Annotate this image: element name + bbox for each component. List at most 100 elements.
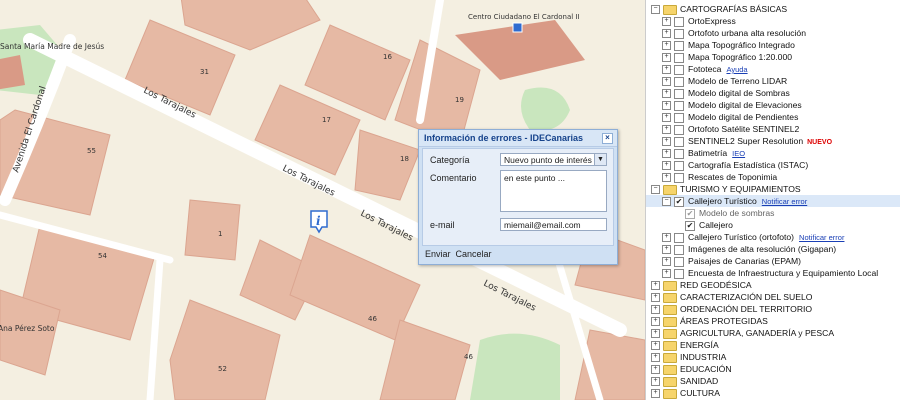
layer-checkbox[interactable] — [674, 89, 684, 99]
expand-icon[interactable]: + — [651, 305, 660, 314]
collapse-icon[interactable]: − — [651, 185, 660, 194]
folder-icon — [663, 317, 677, 327]
error-report-dialog[interactable]: Información de errores - IDECanarias × C… — [418, 129, 618, 265]
comment-label: Comentario — [430, 173, 477, 183]
expand-icon[interactable]: + — [662, 125, 671, 134]
email-field[interactable]: miemail@email.com — [500, 218, 607, 231]
tree-label-group: OrtoExpress — [688, 15, 736, 27]
tree-label: Fototeca — [688, 64, 722, 74]
tree-label: Ortofoto Satélite SENTINEL2 — [688, 124, 800, 134]
layer-checkbox[interactable]: ✔ — [674, 197, 684, 207]
tree-label-group: Encuesta de Infraestructura y Equipamien… — [688, 267, 878, 279]
category-value: Nuevo punto de interés — [504, 155, 592, 165]
collapse-icon[interactable]: − — [662, 197, 671, 206]
dialog-title: Información de errores - IDECanarias — [424, 133, 584, 143]
tree-label: Modelo de sombras — [699, 208, 775, 218]
tree-label: CARACTERIZACIÓN DEL SUELO — [680, 292, 813, 302]
layer-checkbox[interactable] — [674, 113, 684, 123]
layer-checkbox[interactable] — [674, 173, 684, 183]
layer-checkbox[interactable]: ✔ — [685, 221, 695, 231]
layer-checkbox[interactable] — [674, 233, 684, 243]
expand-icon[interactable]: + — [651, 341, 660, 350]
tree-link[interactable]: Notificar error — [799, 233, 844, 242]
category-select[interactable]: Nuevo punto de interés ▼ — [500, 153, 607, 166]
expand-icon[interactable]: + — [662, 113, 671, 122]
tree-label-group: Callejero — [699, 219, 733, 231]
expand-icon[interactable]: + — [662, 161, 671, 170]
tree-label: SENTINEL2 Super Resolution — [688, 136, 804, 146]
tree-label-group: Modelo digital de Pendientes — [688, 111, 798, 123]
cancel-button[interactable]: Cancelar — [456, 249, 492, 259]
expand-icon[interactable]: + — [651, 377, 660, 386]
tree-label: OrtoExpress — [688, 16, 736, 26]
email-value: miemail@email.com — [504, 220, 581, 230]
building — [354, 129, 421, 201]
tree-label: Mapa Topográfico Integrado — [688, 40, 795, 50]
poi-icon[interactable] — [512, 22, 523, 33]
layer-checkbox[interactable] — [674, 269, 684, 279]
collapse-icon[interactable]: − — [651, 5, 660, 14]
tree-label-group: Modelo digital de Elevaciones — [688, 99, 802, 111]
expand-icon[interactable]: + — [651, 353, 660, 362]
tree-label: RED GEODÉSICA — [680, 280, 752, 290]
expand-icon[interactable]: + — [651, 317, 660, 326]
tree-layer[interactable]: − ✔ Callejero Turístico Notificar error — [646, 195, 900, 207]
expand-icon[interactable]: + — [651, 365, 660, 374]
expand-icon[interactable]: + — [662, 257, 671, 266]
tree-label: Ortofoto urbana alta resolución — [688, 28, 806, 38]
folder-icon — [663, 389, 677, 399]
tree-link[interactable]: Notificar error — [762, 197, 807, 206]
expand-icon[interactable]: + — [662, 65, 671, 74]
comment-textarea[interactable]: en este punto ... — [500, 170, 607, 212]
layer-checkbox[interactable] — [674, 17, 684, 27]
map-view[interactable]: Los Tarajales Los Tarajales Los Tarajale… — [0, 0, 645, 400]
close-icon[interactable]: × — [602, 133, 613, 144]
tree-link[interactable]: Ayuda — [726, 65, 747, 74]
layer-checkbox[interactable] — [674, 245, 684, 255]
expand-icon[interactable]: + — [662, 89, 671, 98]
tree-label-group: Imágenes de alta resolución (Gigapan) — [688, 243, 836, 255]
layer-checkbox[interactable] — [674, 53, 684, 63]
expand-icon[interactable]: + — [651, 389, 660, 398]
tree-label-group: CARACTERIZACIÓN DEL SUELO — [680, 291, 812, 303]
layer-checkbox[interactable] — [674, 101, 684, 111]
layer-checkbox[interactable] — [674, 257, 684, 267]
folder-icon — [663, 377, 677, 387]
tree-label: ÁREAS PROTEGIDAS — [680, 316, 768, 326]
tree-label: CARTOGRAFÍAS BÁSICAS — [680, 4, 788, 14]
layer-checkbox[interactable] — [674, 137, 684, 147]
expand-icon[interactable]: + — [662, 149, 671, 158]
layer-checkbox[interactable]: ✔ — [685, 209, 695, 219]
expand-icon[interactable]: + — [662, 233, 671, 242]
expand-icon[interactable]: + — [662, 53, 671, 62]
folder-icon — [663, 365, 677, 375]
layer-checkbox[interactable] — [674, 125, 684, 135]
expand-icon[interactable]: + — [662, 245, 671, 254]
building-number: 55 — [87, 147, 96, 155]
expand-icon[interactable]: + — [651, 281, 660, 290]
place-label: Centro Ciudadano El Cardonal II — [468, 13, 580, 21]
layer-tree[interactable]: − CARTOGRAFÍAS BÁSICAS + OrtoExpress + Ortofo… — [645, 0, 900, 400]
expand-icon[interactable]: + — [662, 101, 671, 110]
layer-checkbox[interactable] — [674, 29, 684, 39]
chevron-down-icon[interactable]: ▼ — [594, 154, 606, 165]
expand-icon[interactable]: + — [651, 329, 660, 338]
layer-checkbox[interactable] — [674, 65, 684, 75]
expand-icon[interactable]: + — [662, 137, 671, 146]
expand-icon[interactable]: + — [662, 41, 671, 50]
tree-label-group: Modelo digital de Sombras — [688, 87, 790, 99]
layer-checkbox[interactable] — [674, 41, 684, 51]
tree-label-group: INDUSTRIA — [680, 351, 726, 363]
send-button[interactable]: Enviar — [425, 249, 451, 259]
layer-checkbox[interactable] — [674, 77, 684, 87]
expand-icon[interactable]: + — [662, 269, 671, 278]
tree-label: Mapa Topográfico 1:20.000 — [688, 52, 792, 62]
expand-icon[interactable]: + — [662, 77, 671, 86]
layer-checkbox[interactable] — [674, 149, 684, 159]
expand-icon[interactable]: + — [651, 293, 660, 302]
expand-icon[interactable]: + — [662, 29, 671, 38]
tree-link[interactable]: IEO — [732, 149, 745, 158]
expand-icon[interactable]: + — [662, 173, 671, 182]
expand-icon[interactable]: + — [662, 17, 671, 26]
layer-checkbox[interactable] — [674, 161, 684, 171]
